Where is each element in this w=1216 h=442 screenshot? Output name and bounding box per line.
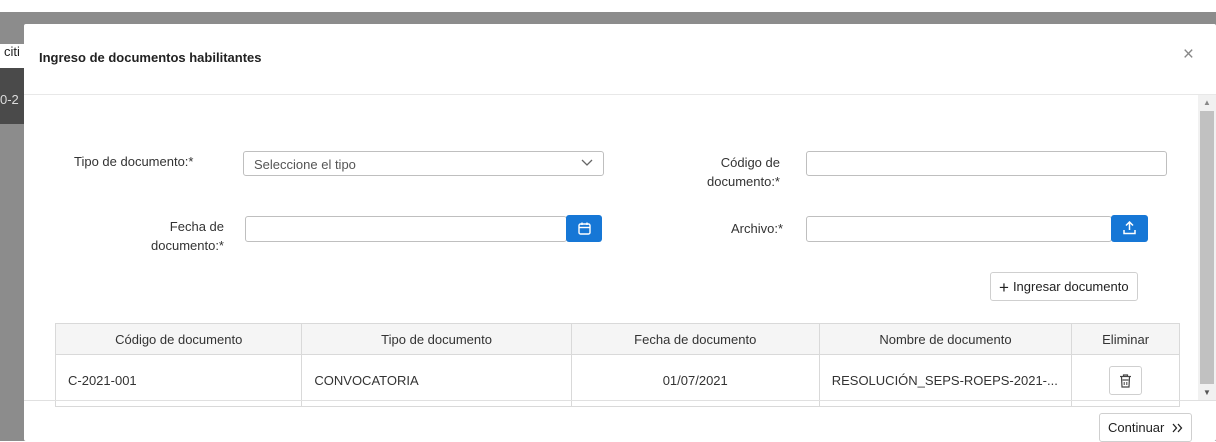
double-chevron-right-icon bbox=[1172, 423, 1183, 433]
upload-icon bbox=[1123, 221, 1136, 235]
background-text: 0-2 bbox=[0, 92, 19, 107]
upload-button[interactable] bbox=[1111, 215, 1148, 242]
modal-title: Ingreso de documentos habilitantes bbox=[39, 50, 262, 65]
fecha-input[interactable] bbox=[245, 216, 567, 242]
cell-fecha: 01/07/2021 bbox=[570, 354, 820, 407]
scroll-down-arrow-icon[interactable]: ▼ bbox=[1203, 388, 1211, 397]
header-fecha: Fecha de documento bbox=[570, 323, 820, 355]
archivo-label: Archivo:* bbox=[731, 221, 784, 236]
fecha-label: Fecha de documento:* bbox=[84, 217, 224, 255]
tipo-select-value: Seleccione el tipo bbox=[254, 157, 356, 172]
documents-modal: Ingreso de documentos habilitantes × Tip… bbox=[24, 24, 1216, 442]
continue-button[interactable]: Continuar bbox=[1099, 413, 1192, 442]
table-header-row: Código de documento Tipo de documento Fe… bbox=[54, 323, 1180, 355]
fecha-label-line1: Fecha de bbox=[169, 219, 224, 234]
codigo-input[interactable] bbox=[806, 151, 1167, 176]
calendar-icon bbox=[578, 222, 591, 235]
background-text: citi bbox=[4, 44, 20, 59]
scroll-up-arrow-icon[interactable]: ▲ bbox=[1203, 98, 1211, 107]
modal-footer: Continuar bbox=[24, 400, 1216, 442]
scrollbar-thumb[interactable] bbox=[1200, 111, 1214, 384]
codigo-label-line1: Código de bbox=[720, 155, 780, 170]
header-eliminar: Eliminar bbox=[1071, 323, 1180, 355]
fecha-label-line2: documento:* bbox=[151, 238, 224, 253]
add-document-button[interactable]: + Ingresar documento bbox=[990, 272, 1138, 301]
cell-tipo: CONVOCATORIA bbox=[301, 354, 572, 407]
codigo-label-line2: documento:* bbox=[707, 174, 780, 189]
trash-icon bbox=[1120, 374, 1132, 388]
delete-button[interactable] bbox=[1109, 366, 1143, 395]
plus-icon: + bbox=[999, 278, 1009, 297]
tipo-select[interactable]: Seleccione el tipo bbox=[243, 151, 604, 176]
header-tipo: Tipo de documento bbox=[301, 323, 572, 355]
modal-header: Ingreso de documentos habilitantes × bbox=[24, 24, 1216, 95]
documents-table: Código de documento Tipo de documento Fe… bbox=[54, 323, 1180, 407]
continue-label: Continuar bbox=[1108, 420, 1165, 435]
header-codigo: Código de documento bbox=[54, 323, 303, 355]
cell-eliminar bbox=[1071, 354, 1180, 407]
chevron-down-icon bbox=[581, 156, 593, 171]
close-icon[interactable]: × bbox=[1183, 44, 1194, 66]
table-row: C-2021-001 CONVOCATORIA 01/07/2021 RESOL… bbox=[54, 354, 1180, 407]
cell-nombre: RESOLUCIÓN_SEPS-ROEPS-2021-... bbox=[818, 354, 1073, 407]
archivo-input[interactable] bbox=[806, 216, 1112, 242]
cell-codigo: C-2021-001 bbox=[54, 354, 303, 407]
header-nombre: Nombre de documento bbox=[818, 323, 1073, 355]
scrollbar[interactable]: ▲ ▼ bbox=[1198, 95, 1216, 400]
codigo-label: Código de documento:* bbox=[672, 153, 780, 191]
modal-body: Tipo de documento:* Seleccione el tipo C… bbox=[24, 95, 1198, 407]
add-document-label: Ingresar documento bbox=[1012, 279, 1129, 294]
calendar-button[interactable] bbox=[566, 215, 602, 242]
page-top-bar bbox=[0, 0, 1216, 12]
tipo-label: Tipo de documento:* bbox=[74, 154, 194, 169]
